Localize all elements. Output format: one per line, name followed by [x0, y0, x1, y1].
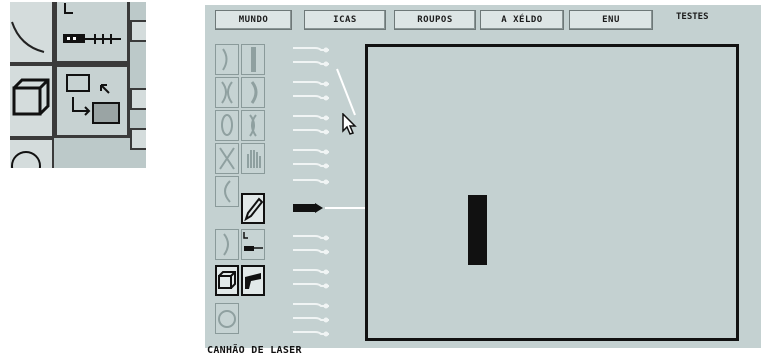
curve-icon [224, 180, 231, 203]
menu-enu[interactable]: ENU [569, 10, 653, 30]
zoom-cell-ring [10, 138, 54, 168]
palette-left-3[interactable] [215, 110, 239, 141]
connector-stub [293, 235, 329, 241]
curve-icon [11, 21, 45, 53]
wall-icon [251, 47, 256, 72]
zoom-cell-curve [10, 2, 54, 64]
menu-roupos[interactable]: ROUPOS [394, 10, 476, 30]
palette-left-6[interactable] [215, 229, 239, 260]
arrow-cursor-icon [342, 113, 357, 135]
laser-cannon-icon [63, 3, 121, 44]
box-icon [218, 271, 236, 289]
zoom-wire-slot-2 [130, 88, 146, 110]
lens-icon [221, 114, 233, 136]
palette-left-4[interactable] [215, 143, 239, 174]
connector-stub [293, 331, 329, 337]
laser-gun-icon [245, 273, 261, 289]
laser-cannon-icon [243, 232, 263, 251]
ring-icon [218, 310, 236, 328]
connector-stub [293, 317, 329, 323]
connector-stub [293, 129, 329, 135]
zoom-wire-slot [130, 20, 146, 42]
zoom-wire-slot-3 [130, 128, 146, 150]
ring-icon [11, 151, 41, 168]
play-board[interactable] [365, 44, 739, 341]
palette-right-4[interactable] [241, 143, 265, 174]
lens-icon [221, 81, 233, 104]
swap-arrow-icon [66, 74, 120, 124]
palette-laser[interactable] [241, 229, 265, 260]
connector-stub [293, 95, 329, 101]
testes-label[interactable]: TESTES [676, 12, 709, 22]
lens-icon [250, 81, 258, 104]
palette-pencil[interactable] [241, 193, 265, 224]
zoom-cell-swap [54, 64, 130, 138]
box-icon [12, 78, 50, 116]
connector-stub [293, 163, 329, 169]
pencil-icon [244, 197, 264, 222]
connector-stub [293, 47, 329, 53]
connector-stub [293, 179, 329, 185]
menu-a-xeldo[interactable]: A XÉLDO [480, 10, 564, 30]
hand-icon [247, 150, 261, 168]
zoomed-palette-inset [10, 2, 146, 168]
connector-stub [293, 303, 329, 309]
curve-icon [222, 48, 228, 71]
lens-icon [249, 114, 257, 137]
connector-stub [293, 269, 329, 275]
palette-left-2[interactable] [215, 77, 239, 108]
zoom-cell-box [10, 64, 54, 138]
connector-stub [293, 149, 329, 155]
palette-right-2[interactable] [241, 77, 265, 108]
tool-name-label: CANHÃO DE LASER [207, 345, 302, 356]
connector-stub [293, 81, 329, 87]
palette-right-3[interactable] [241, 110, 265, 141]
connector-stub [293, 283, 329, 289]
menu-icas[interactable]: ICAS [304, 10, 386, 30]
curve-icon [223, 233, 229, 256]
palette-ring[interactable] [215, 303, 239, 334]
connector-stub [293, 249, 329, 255]
zoom-cell-laser [54, 2, 130, 64]
connector-stub [293, 115, 329, 121]
palette-box[interactable] [215, 265, 239, 296]
palette-laser-gun[interactable] [241, 265, 265, 296]
connector-stub [293, 61, 329, 67]
palette-right-1[interactable] [241, 44, 265, 75]
cross-icon [219, 147, 235, 170]
menu-mundo[interactable]: MUNDO [215, 10, 292, 30]
palette-left-5[interactable] [215, 176, 239, 207]
palette-left-1[interactable] [215, 44, 239, 75]
target-block[interactable] [468, 195, 487, 265]
